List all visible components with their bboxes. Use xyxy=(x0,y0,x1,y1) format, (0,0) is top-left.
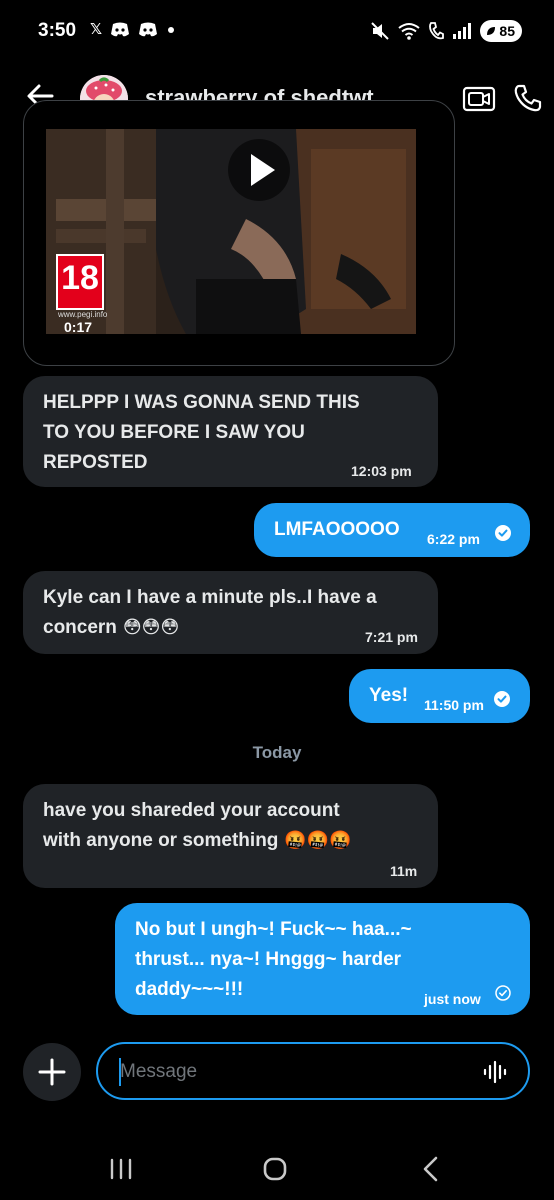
message-line: daddy~~~!!! xyxy=(135,979,244,1000)
message-input[interactable] xyxy=(120,1058,460,1086)
message-incoming[interactable]: have you shareded your account with anyo… xyxy=(23,784,438,888)
dot-icon xyxy=(168,27,175,33)
message-line: HELPPP I WAS GONNA SEND THIS xyxy=(43,392,360,413)
message-line: LMFAOOOOO xyxy=(274,519,400,540)
mute-icon xyxy=(371,22,390,40)
message-line: REPOSTED xyxy=(43,452,148,473)
battery-level: 85 xyxy=(499,23,515,39)
rating-site: www.pegi.info xyxy=(58,310,108,319)
play-button[interactable] xyxy=(228,139,290,201)
emoji: 😳😳😳 xyxy=(122,617,180,638)
signal-icon xyxy=(453,23,472,39)
message-line: Kyle can I have a minute pls..I have a xyxy=(43,587,377,608)
add-attachment-button[interactable] xyxy=(23,1043,81,1101)
message-timestamp: 6:22 pm xyxy=(427,531,480,547)
voice-message-icon[interactable] xyxy=(482,1059,508,1085)
system-back-icon[interactable] xyxy=(420,1155,440,1183)
discord-icon xyxy=(111,22,130,37)
message-line: No but I ungh~! Fuck~~ haa...~ xyxy=(135,919,412,940)
wifi-call-icon xyxy=(429,22,445,40)
notification-icons: 𝕏 xyxy=(90,21,176,39)
message-line: thrust... nya~! Hnggg~ harder xyxy=(135,949,402,970)
battery-saver-icon xyxy=(487,27,496,35)
day-divider: Today xyxy=(252,743,302,762)
message-timestamp: 11:50 pm xyxy=(424,697,484,713)
message-timestamp: 12:03 pm xyxy=(351,463,412,479)
system-navigation-bar xyxy=(0,1140,554,1200)
recent-apps-icon[interactable] xyxy=(108,1157,134,1181)
message-outgoing[interactable]: Yes! 11:50 pm xyxy=(349,669,530,723)
message-line: TO YOU BEFORE I SAW YOU xyxy=(43,422,305,443)
emoji: 🤬🤬🤬 xyxy=(284,830,352,851)
play-icon xyxy=(251,154,275,186)
message-timestamp: just now xyxy=(424,991,481,1007)
phone-call-icon[interactable] xyxy=(512,82,544,114)
message-line: have you shareded your account xyxy=(43,800,340,821)
message-timestamp: 7:21 pm xyxy=(365,629,418,645)
battery-indicator: 85 xyxy=(480,20,522,42)
wifi-icon xyxy=(398,23,421,40)
message-line: concern xyxy=(43,617,117,638)
read-receipt-icon xyxy=(494,691,510,707)
message-incoming[interactable]: Kyle can I have a minute pls..I have a c… xyxy=(23,571,438,654)
message-incoming[interactable]: HELPPP I WAS GONNA SEND THIS TO YOU BEFO… xyxy=(23,376,438,487)
message-timestamp: 11m xyxy=(390,863,418,879)
pegi-rating-badge: 18 xyxy=(56,254,104,310)
video-call-icon[interactable] xyxy=(462,84,496,114)
video-duration: 0:17 xyxy=(64,319,93,334)
shared-video-card[interactable]: 18 www.pegi.info 0:17 xyxy=(23,100,455,366)
rating-value: 18 xyxy=(61,259,99,297)
message-line: Yes! xyxy=(369,685,409,706)
read-receipt-icon xyxy=(495,525,511,541)
status-bar: 3:50 𝕏 85 xyxy=(0,0,554,66)
x-icon: 𝕏 xyxy=(90,21,103,38)
message-composer[interactable] xyxy=(96,1042,530,1100)
video-thumbnail[interactable]: 18 www.pegi.info 0:17 xyxy=(46,129,416,334)
sent-receipt-icon xyxy=(495,985,511,1001)
discord-icon xyxy=(139,22,158,37)
plus-icon xyxy=(38,1058,66,1086)
message-outgoing[interactable]: No but I ungh~! Fuck~~ haa...~ thrust...… xyxy=(115,903,530,1015)
status-time: 3:50 xyxy=(38,20,77,41)
message-outgoing[interactable]: LMFAOOOOO 6:22 pm xyxy=(254,503,530,557)
message-line: with anyone or something xyxy=(43,830,279,851)
home-icon[interactable] xyxy=(262,1156,288,1182)
